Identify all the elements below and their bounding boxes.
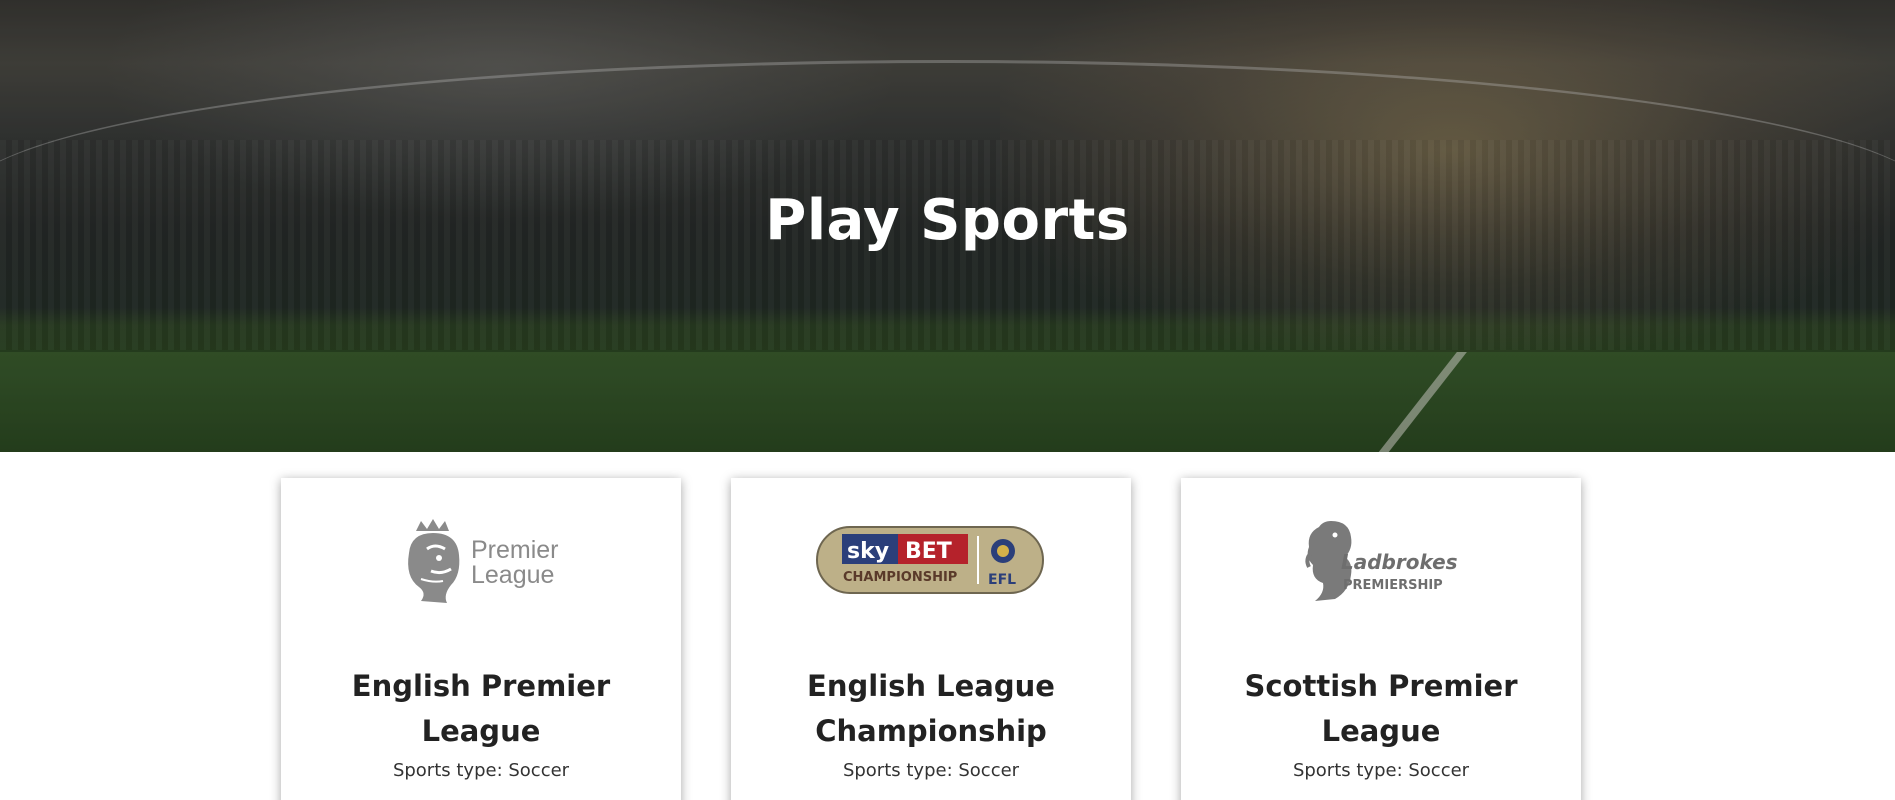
league-card-title: Scottish Premier League	[1244, 669, 1518, 748]
ladbrokes-premiership-logo: Ladbrokes PREMIERSHIP	[1181, 513, 1581, 608]
league-card-scottish-premier-league[interactable]: Ladbrokes PREMIERSHIP Scottish Premier L…	[1181, 478, 1581, 800]
bet-logo-text: BET	[905, 539, 952, 564]
league-card-english-league-championship[interactable]: sky BET CHAMPIONSHIP EFL English League …	[731, 478, 1131, 800]
efl-logo-text: EFL	[988, 572, 1016, 588]
league-card-english-premier-league[interactable]: Premier League English Premier League Sp…	[281, 478, 681, 800]
championship-logo-text: CHAMPIONSHIP	[843, 570, 957, 585]
league-card-title: English Premier League	[351, 669, 611, 748]
sky-logo-text: sky	[847, 539, 889, 564]
hero-title: Play Sports	[765, 188, 1130, 253]
league-card-sport-type: Sports type: Soccer	[842, 760, 1020, 781]
premiership-logo-text: PREMIERSHIP	[1343, 578, 1443, 593]
sky-bet-championship-logo: sky BET CHAMPIONSHIP EFL	[731, 513, 1131, 608]
hero-banner: Play Sports	[0, 0, 1895, 452]
ladbrokes-logo-text: Ladbrokes	[1341, 550, 1458, 574]
league-card-title: English League Championship	[807, 669, 1055, 748]
league-card-sport-type: Sports type: Soccer	[1292, 760, 1470, 781]
premier-league-logo-text-2: League	[471, 561, 554, 589]
league-card-sport-type: Sports type: Soccer	[392, 760, 570, 781]
premier-league-logo: Premier League	[281, 513, 681, 608]
league-cards: Premier League English Premier League Sp…	[0, 478, 1895, 800]
premier-league-logo-text-1: Premier	[471, 536, 559, 564]
